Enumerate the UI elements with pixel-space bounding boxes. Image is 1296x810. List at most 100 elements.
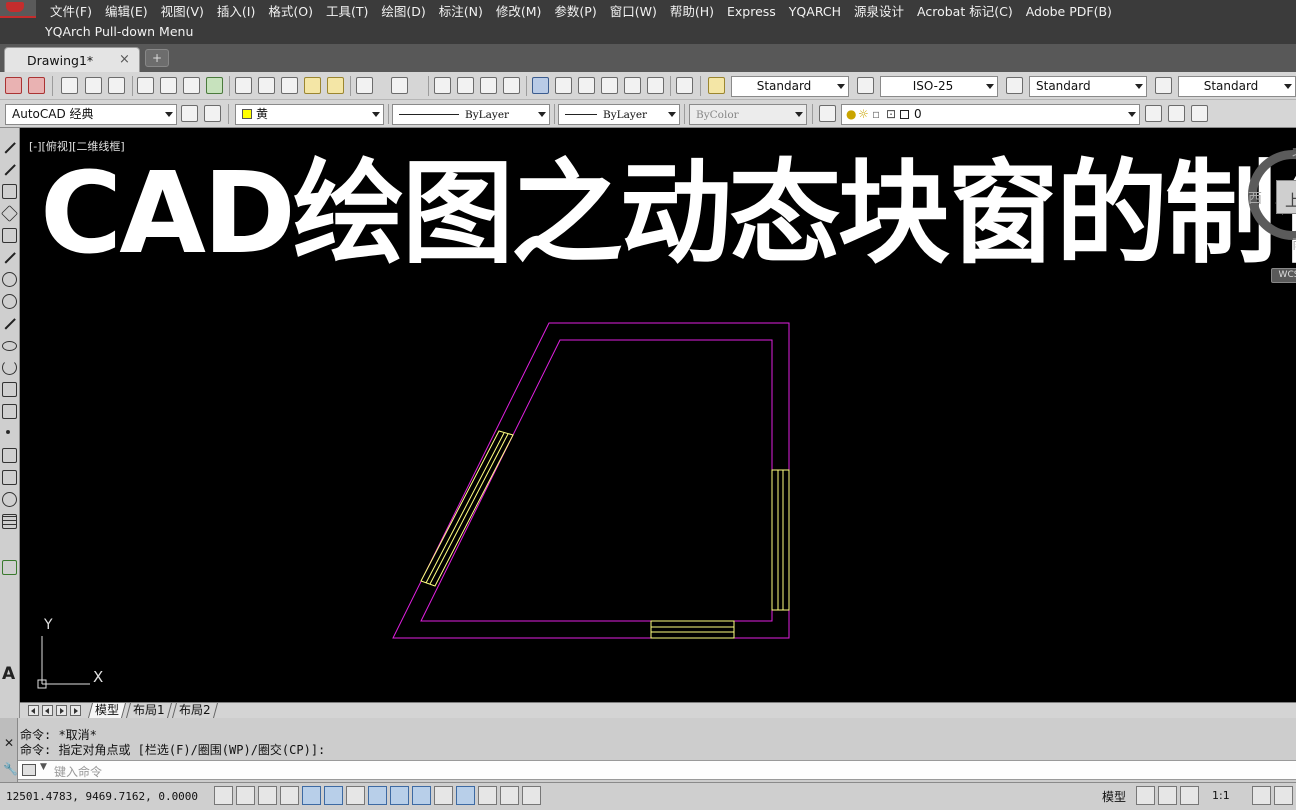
menu-tools[interactable]: 工具(T) bbox=[324, 3, 379, 21]
grid-display-icon[interactable] bbox=[258, 786, 277, 805]
tool-palettes-icon[interactable] bbox=[578, 77, 595, 94]
workspace-toggle-icon[interactable] bbox=[204, 105, 221, 122]
auto-scale-icon[interactable] bbox=[1274, 786, 1293, 805]
menu-modify[interactable]: 修改(M) bbox=[494, 3, 553, 21]
publish-icon[interactable] bbox=[183, 77, 200, 94]
selection-cycling-icon[interactable] bbox=[500, 786, 519, 805]
new-tab-button[interactable]: + bbox=[145, 49, 169, 67]
match-properties-icon[interactable] bbox=[304, 77, 321, 94]
close-tab-icon[interactable]: × bbox=[119, 52, 130, 67]
menu-parametric[interactable]: 参数(P) bbox=[552, 3, 607, 21]
text-style-icon[interactable] bbox=[708, 77, 725, 94]
multileader-style-icon[interactable] bbox=[1155, 77, 1172, 94]
command-input[interactable]: ▼ 键入命令 bbox=[18, 760, 1296, 780]
gradient-icon[interactable] bbox=[2, 470, 17, 485]
dim-style-select[interactable]: ISO-25 bbox=[880, 76, 998, 97]
menu-insert[interactable]: 插入(I) bbox=[215, 3, 266, 21]
workspace-select[interactable]: AutoCAD 经典 bbox=[5, 104, 177, 125]
table-style-select[interactable]: Standard bbox=[1029, 76, 1147, 97]
last-layout-icon[interactable] bbox=[70, 705, 81, 716]
object-snap-icon[interactable] bbox=[324, 786, 343, 805]
region-icon[interactable] bbox=[2, 492, 17, 507]
add-selected-icon[interactable] bbox=[2, 560, 17, 575]
multiline-text-icon[interactable]: A bbox=[2, 664, 15, 684]
annotation-scale[interactable]: 1:1 bbox=[1212, 789, 1230, 802]
layer-state-icon[interactable] bbox=[1191, 105, 1208, 122]
object-snap-tracking-icon[interactable] bbox=[368, 786, 387, 805]
transparency-icon[interactable] bbox=[456, 786, 475, 805]
text-style-select[interactable]: Standard bbox=[731, 76, 849, 97]
wrench-icon[interactable]: 🔧 bbox=[3, 762, 18, 776]
menu-yuanquan[interactable]: 源泉设计 bbox=[852, 3, 915, 21]
zoom-realtime-icon[interactable] bbox=[457, 77, 474, 94]
new-icon[interactable] bbox=[61, 77, 78, 94]
first-layout-icon[interactable] bbox=[28, 705, 39, 716]
spline-icon[interactable] bbox=[2, 316, 17, 331]
quick-properties-icon[interactable] bbox=[478, 786, 497, 805]
layer-properties-icon[interactable] bbox=[819, 105, 836, 122]
quick-view-drawings-icon[interactable] bbox=[1158, 786, 1177, 805]
menu-yqarch-pulldown[interactable]: YQArch Pull-down Menu bbox=[45, 24, 193, 40]
arc-icon[interactable] bbox=[2, 250, 17, 265]
polar-tracking-icon[interactable] bbox=[302, 786, 321, 805]
sheet-set-icon[interactable] bbox=[601, 77, 618, 94]
menu-format[interactable]: 格式(O) bbox=[266, 3, 324, 21]
infer-constraints-icon[interactable] bbox=[214, 786, 233, 805]
make-block-icon[interactable] bbox=[2, 404, 17, 419]
make-current-layer-icon[interactable] bbox=[1145, 105, 1162, 122]
undo-icon[interactable] bbox=[356, 77, 373, 94]
menu-view[interactable]: 视图(V) bbox=[159, 3, 215, 21]
color-select[interactable]: 黄 bbox=[235, 104, 384, 125]
construction-line-icon[interactable] bbox=[2, 162, 17, 177]
dynamic-input-icon[interactable] bbox=[412, 786, 431, 805]
menu-dimension[interactable]: 标注(N) bbox=[437, 3, 494, 21]
pdf-export-icon[interactable] bbox=[5, 77, 22, 94]
snap-mode-icon[interactable] bbox=[236, 786, 255, 805]
cursor-coordinates[interactable]: 12501.4783, 9469.7162, 0.0000 bbox=[6, 790, 198, 803]
3d-dwf-icon[interactable] bbox=[206, 77, 223, 94]
ortho-mode-icon[interactable] bbox=[280, 786, 299, 805]
properties-icon[interactable] bbox=[532, 77, 549, 94]
help-icon[interactable] bbox=[676, 77, 693, 94]
model-space-toggle[interactable]: 模型 bbox=[1102, 788, 1126, 805]
calculator-icon[interactable] bbox=[647, 77, 664, 94]
ellipse-arc-icon[interactable] bbox=[2, 360, 17, 375]
polyline-icon[interactable] bbox=[2, 184, 17, 199]
viewcube-top-face[interactable]: 上 bbox=[1276, 180, 1296, 214]
linetype-select[interactable]: ByLayer bbox=[392, 104, 550, 125]
menu-help[interactable]: 帮助(H) bbox=[668, 3, 725, 21]
menu-express[interactable]: Express bbox=[725, 3, 787, 21]
command-prompt-icon[interactable] bbox=[22, 764, 36, 776]
ellipse-icon[interactable] bbox=[2, 341, 17, 351]
annotation-visibility-icon[interactable] bbox=[1252, 786, 1271, 805]
model-space-canvas[interactable]: [-][俯视][二维线框] CAD绘图之动态块窗的制作 Y X 上 北 西 南 … bbox=[20, 128, 1296, 702]
menu-yqarch[interactable]: YQARCH bbox=[787, 3, 852, 21]
wcs-menu-button[interactable]: WCS bbox=[1271, 268, 1296, 283]
plot-icon[interactable] bbox=[137, 77, 154, 94]
pdf-settings-icon[interactable] bbox=[28, 77, 45, 94]
show-lineweight-icon[interactable] bbox=[434, 786, 453, 805]
revision-cloud-icon[interactable] bbox=[2, 294, 17, 309]
menu-draw[interactable]: 绘图(D) bbox=[379, 3, 436, 21]
lineweight-select[interactable]: ByLayer bbox=[558, 104, 680, 125]
viewcube[interactable]: 上 北 西 南 WCS bbox=[1244, 138, 1296, 286]
next-layout-icon[interactable] bbox=[56, 705, 67, 716]
hatch-icon[interactable] bbox=[2, 448, 17, 463]
menu-edit[interactable]: 编辑(E) bbox=[103, 3, 159, 21]
polygon-icon[interactable] bbox=[1, 205, 18, 222]
point-icon[interactable] bbox=[6, 430, 10, 434]
pan-status-icon[interactable] bbox=[1180, 786, 1199, 805]
command-window-handle[interactable]: ✕ 🔧 bbox=[0, 718, 18, 782]
layer-previous-icon[interactable] bbox=[1168, 105, 1185, 122]
tab-model[interactable]: 模型 bbox=[87, 703, 127, 718]
compass-north[interactable]: 北 bbox=[1292, 142, 1296, 162]
design-center-icon[interactable] bbox=[555, 77, 572, 94]
cut-icon[interactable] bbox=[235, 77, 252, 94]
zoom-previous-icon[interactable] bbox=[503, 77, 520, 94]
table-style-icon[interactable] bbox=[1006, 77, 1023, 94]
dim-style-icon[interactable] bbox=[857, 77, 874, 94]
compass-south[interactable]: 南 bbox=[1292, 234, 1296, 254]
markup-icon[interactable] bbox=[624, 77, 641, 94]
redo-icon[interactable] bbox=[391, 77, 408, 94]
workspace-settings-icon[interactable] bbox=[181, 105, 198, 122]
